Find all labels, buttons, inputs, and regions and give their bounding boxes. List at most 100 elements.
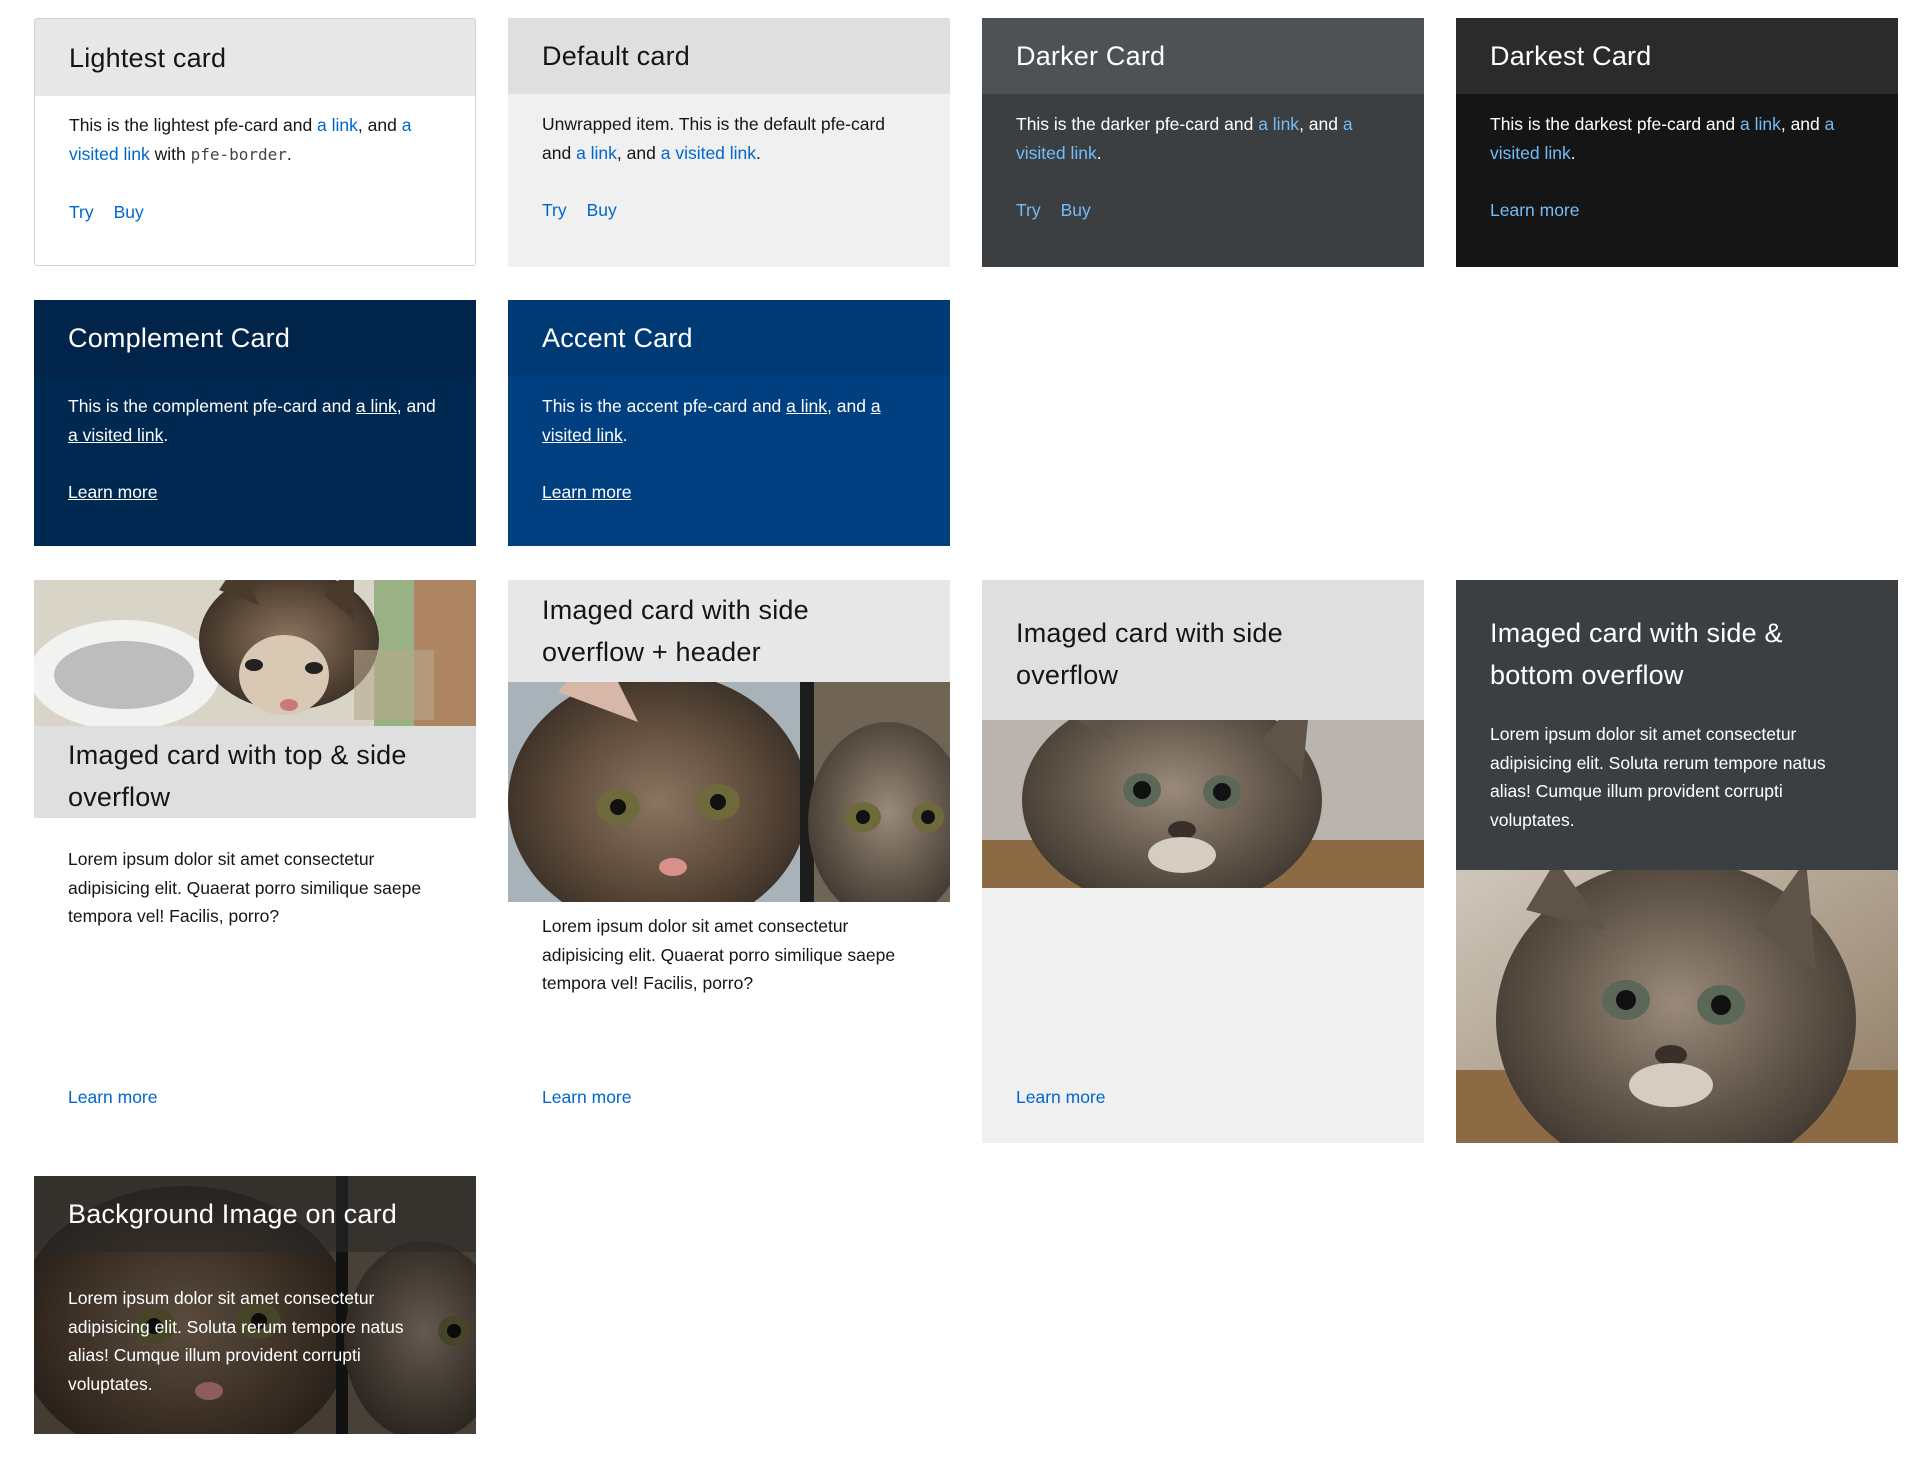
imaged-side-bottom-overflow-card: Imaged card with side & bottom overflow … [1456,580,1898,1143]
inline-link[interactable]: a link [356,396,397,416]
kitten-photo [508,682,950,902]
text-segment: . [1570,142,1576,163]
card-footer: Learn more [508,482,950,503]
learn-more-link[interactable]: Learn more [542,1087,632,1108]
text-segment: . [622,424,628,445]
card-body: This is the accent pfe-card and a link, … [508,376,950,449]
learn-more-link[interactable]: Learn more [1016,1087,1106,1108]
imaged-side-overflow-card: Imaged card with side overflow Learn mor… [982,580,1424,1143]
complement-card: Complement Card This is the complement p… [34,300,476,546]
inline-link[interactable]: a link [1740,114,1781,134]
buy-link[interactable]: Buy [587,200,617,221]
learn-more-link[interactable]: Learn more [542,482,632,503]
card-body: This is the lightest pfe-card and a link… [35,96,475,169]
card-title: Accent Card [542,323,693,353]
card-header: Imaged card with top & side overflow [34,726,476,818]
card-text: This is the darker pfe-card and a link, … [1016,110,1390,167]
card-header: Lightest card [35,19,475,96]
card-header: Accent Card [508,300,950,376]
accent-card: Accent Card This is the accent pfe-card … [508,300,950,546]
try-link[interactable]: Try [542,200,567,221]
card-body: Lorem ipsum dolor sit amet consectetur a… [34,818,476,931]
text-segment: , and [827,396,871,416]
card-body: This is the complement pfe-card and a li… [34,376,476,449]
card-header: Darkest Card [1456,18,1898,94]
kitten-image [982,720,1424,888]
card-body: This is the darker pfe-card and a link, … [982,94,1424,167]
text-segment: , and [616,142,661,163]
text-segment: This is the accent pfe-card and [542,396,787,416]
card-header: Darker Card [982,18,1424,94]
imaged-top-side-overflow-card: Imaged card with top & side overflow Lor… [34,580,476,1143]
darker-card: Darker Card This is the darker pfe-card … [982,18,1424,267]
card-title: Imaged card with side & bottom overflow [1490,618,1783,690]
kitten-photo [1456,870,1898,1143]
learn-more-link[interactable]: Learn more [68,1087,158,1108]
text-segment: , and [357,115,402,135]
card-footer: Learn more [1456,200,1898,221]
card-footer: Try Buy [508,200,950,221]
card-gallery: Lightest card This is the lightest pfe-c… [0,0,1920,1472]
card-header: Complement Card [34,300,476,376]
inline-link[interactable]: a link [576,143,617,163]
try-link[interactable]: Try [1016,200,1041,221]
visited-link[interactable]: a visited link [68,425,163,445]
text-segment: This is the lightest pfe-card and [69,115,318,135]
inline-link[interactable]: a link [1258,114,1299,134]
lightest-card: Lightest card This is the lightest pfe-c… [34,18,476,266]
text-segment: . [286,143,292,164]
default-card: Default card Unwrapped item. This is the… [508,18,950,267]
card-title: Lightest card [69,42,227,73]
card-body: This is the darkest pfe-card and a link,… [1456,94,1898,167]
text-segment: This is the complement pfe-card and [68,396,356,416]
card-footer: Learn more [34,482,476,503]
background-image-card: Background Image on card Lorem ipsum dol… [34,1176,476,1434]
card-footer: Learn more [34,1087,476,1143]
card-text: Lorem ipsum dolor sit amet consectetur a… [68,849,422,926]
card-text: Lorem ipsum dolor sit amet consectetur a… [542,916,896,993]
card-header: Default card [508,18,950,94]
card-title: Imaged card with top & side overflow [68,740,407,812]
card-title: Darkest Card [1490,41,1652,71]
kitten-photo [34,580,476,726]
kitten-image [508,682,950,902]
card-text: Lorem ipsum dolor sit amet consectetur a… [68,1288,404,1394]
text-segment: . [1096,142,1102,163]
card-title: Imaged card with side overflow [1016,618,1283,690]
card-body: Lorem ipsum dolor sit amet consectetur a… [508,902,950,998]
card-title: Complement Card [68,323,291,353]
card-title: Background Image on card [68,1199,397,1229]
buy-link[interactable]: Buy [114,202,144,223]
card-body: Lorem ipsum dolor sit amet consectetur a… [1456,720,1898,834]
inline-link[interactable]: a link [317,115,358,135]
text-segment: , and [396,396,436,416]
code-snippet: pfe-border [190,144,287,164]
text-segment: , and [1299,114,1343,134]
card-header: Imaged card with side overflow + header [508,580,950,682]
text-segment: This is the darkest pfe-card and [1490,114,1740,134]
card-text: Lorem ipsum dolor sit amet consectetur a… [1490,724,1826,830]
text-segment: This is the darker pfe-card and [1016,114,1259,134]
text-segment: with [149,143,191,164]
card-title: Default card [542,41,690,71]
card-footer: Try Buy [35,202,475,223]
learn-more-link[interactable]: Learn more [68,482,158,503]
learn-more-link[interactable]: Learn more [1490,200,1580,221]
card-text: This is the complement pfe-card and a li… [68,392,442,449]
card-text: Unwrapped item. This is the default pfe-… [542,110,916,167]
visited-link[interactable]: a visited link [661,143,756,163]
card-header: Imaged card with side overflow [982,580,1424,720]
card-text: This is the accent pfe-card and a link, … [542,392,916,449]
card-footer: Try Buy [982,200,1424,221]
kitten-photo [982,720,1424,888]
try-link[interactable]: Try [69,202,94,223]
inline-link[interactable]: a link [786,396,827,416]
text-segment: . [163,424,169,445]
card-text: This is the darkest pfe-card and a link,… [1490,110,1864,167]
buy-link[interactable]: Buy [1061,200,1091,221]
card-header: Background Image on card [34,1176,476,1252]
text-segment: , and [1780,114,1825,134]
kitten-image [1456,870,1898,1143]
card-text: This is the lightest pfe-card and a link… [69,111,441,169]
imaged-side-overflow-header-card: Imaged card with side overflow + header [508,580,950,1143]
